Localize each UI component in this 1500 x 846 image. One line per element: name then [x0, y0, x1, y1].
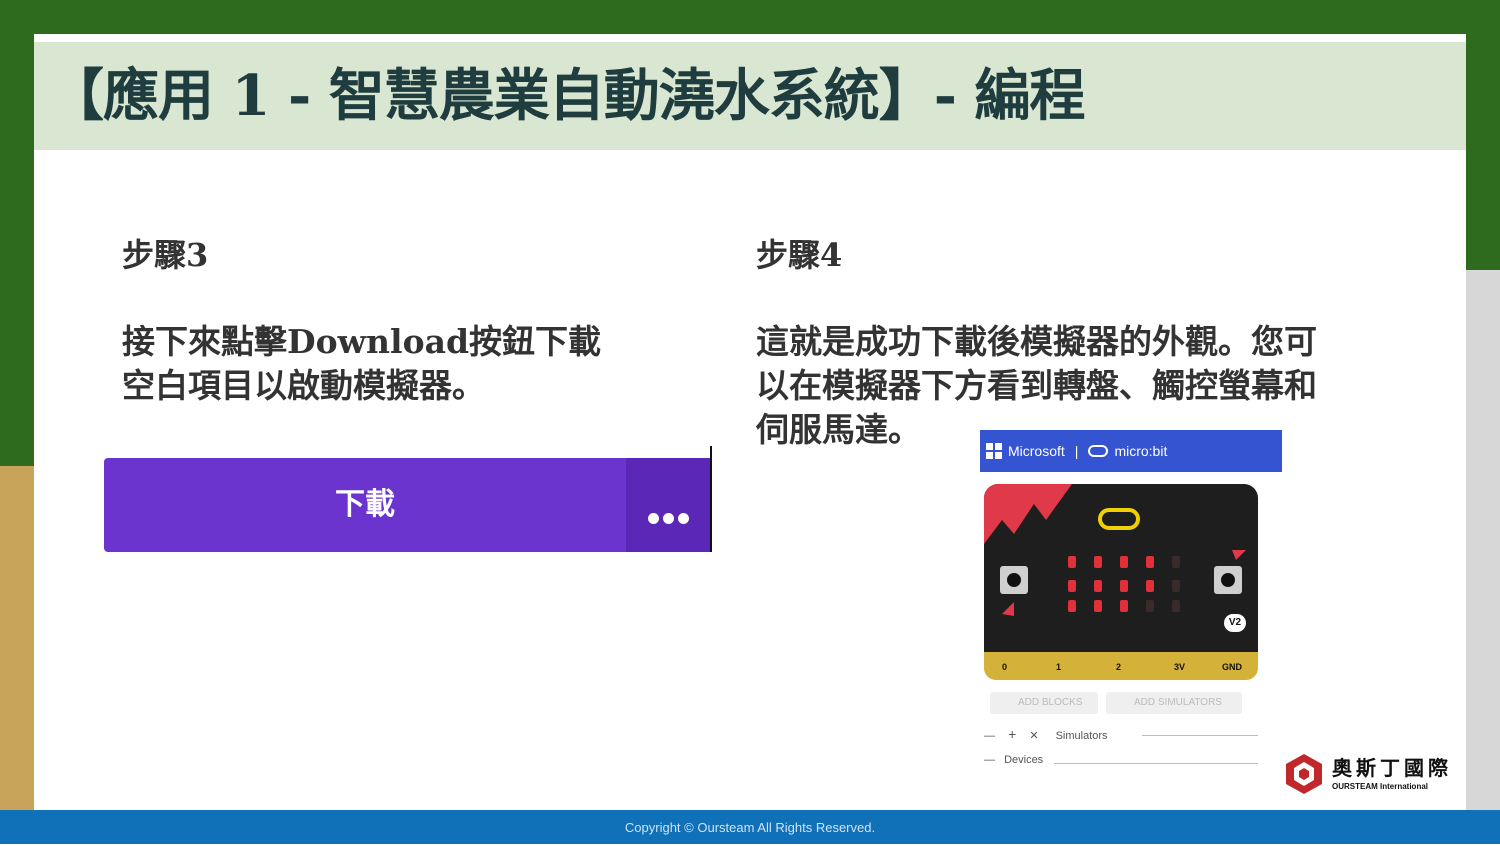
download-button-label: 下載: [335, 487, 395, 522]
screenshot-edge: [710, 446, 712, 552]
step4-line1: 這就是成功下載後模擬器的外觀。您可: [756, 322, 1317, 361]
header-separator: |: [1074, 443, 1079, 459]
microsoft-label: Microsoft: [1008, 443, 1065, 459]
microbit-logo-icon: [1088, 445, 1109, 457]
close-icon[interactable]: ✕: [1029, 730, 1038, 742]
step3-label: 步驟3: [122, 236, 209, 274]
simulators-label: Simulators: [1055, 730, 1108, 742]
devices-divider: [1054, 763, 1258, 764]
pin-gnd[interactable]: GND: [1222, 662, 1242, 672]
devices-label: Devices: [1004, 754, 1044, 766]
plus-icon[interactable]: +: [1008, 726, 1016, 742]
add-blocks-button[interactable]: ADD BLOCKS: [990, 692, 1098, 714]
simulator-panel: Microsoft | micro:bit V2 0 1 2 3V GND AD…: [980, 430, 1282, 790]
slide-canvas: 【應用 1 - 智慧農業自動澆水系統】- 編程 步驟3 接下來點擊Downloa…: [34, 34, 1466, 810]
simulators-divider: [1142, 735, 1258, 736]
logo-touch-icon[interactable]: [1098, 508, 1140, 530]
step4-label: 步驟4: [756, 236, 843, 274]
step3-line1: 接下來點擊Download按鈕下載: [122, 322, 602, 361]
step3-line2: 空白項目以啟動模擬器。: [122, 366, 485, 405]
pin-0[interactable]: 0: [1002, 662, 1007, 672]
pin-1[interactable]: 1: [1056, 662, 1061, 672]
button-b[interactable]: [1214, 566, 1242, 594]
brand-name-cn: 奧斯丁國際: [1332, 756, 1452, 780]
pin-strip: 0 1 2 3V GND: [984, 652, 1258, 680]
button-a[interactable]: [1000, 566, 1028, 594]
simulator-header: Microsoft | micro:bit: [980, 430, 1282, 472]
microsoft-logo-icon: [986, 443, 1002, 459]
footer: Copyright © Oursteam All Rights Reserved…: [0, 810, 1500, 844]
pin-3v[interactable]: 3V: [1174, 662, 1185, 672]
brand-logo: 奧斯丁國際 OURSTEAM International: [1284, 752, 1464, 798]
add-simulators-button[interactable]: ADD SIMULATORS: [1106, 692, 1242, 714]
simulators-row: — + ✕ Simulators: [984, 726, 1108, 742]
ellipsis-icon[interactable]: [626, 458, 710, 552]
slide-title: 【應用 1 - 智慧農業自動澆水系統】- 編程: [48, 63, 1085, 129]
collapse-icon[interactable]: —: [984, 730, 995, 742]
step3-text: 接下來點擊Download按鈕下載 空白項目以啟動模擬器。: [122, 320, 601, 408]
devices-row: — Devices: [984, 754, 1043, 766]
background-gray-strip: [1460, 270, 1500, 830]
pin-2[interactable]: 2: [1116, 662, 1121, 672]
step4-line2: 以在模擬器下方看到轉盤、觸控螢幕和: [756, 366, 1317, 405]
oursteam-cube-icon: [1286, 754, 1322, 794]
title-bar: 【應用 1 - 智慧農業自動澆水系統】- 編程: [34, 42, 1466, 150]
brand-name-en: OURSTEAM International: [1332, 782, 1429, 791]
microbit-label: micro:bit: [1114, 443, 1168, 459]
download-button[interactable]: 下載: [104, 458, 710, 552]
devices-collapse-icon[interactable]: —: [984, 754, 995, 766]
microbit-board[interactable]: V2: [984, 484, 1258, 680]
v2-badge: V2: [1224, 614, 1246, 632]
copyright-text: Copyright © Oursteam All Rights Reserved…: [624, 820, 876, 835]
